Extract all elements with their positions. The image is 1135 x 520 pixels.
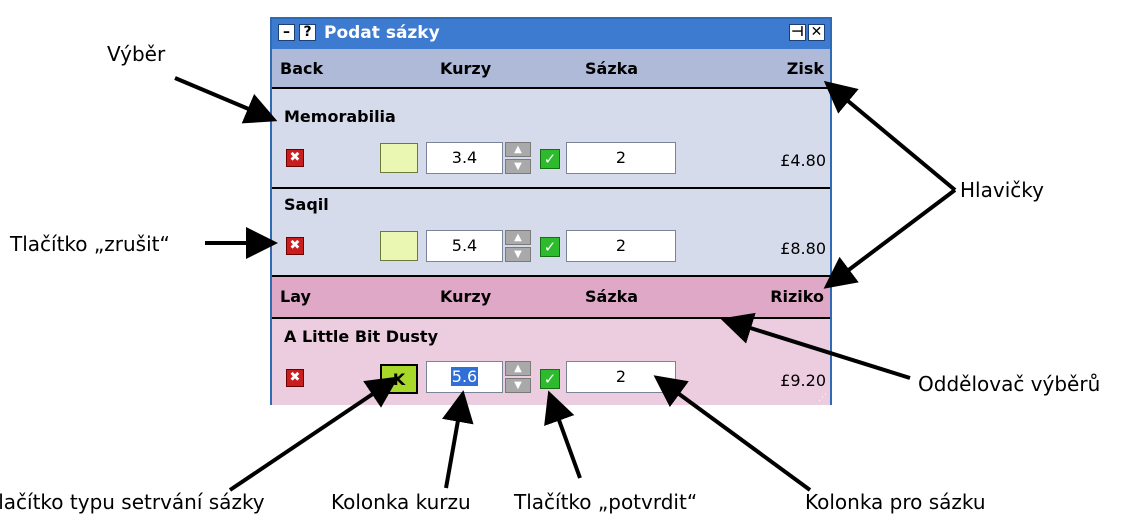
cancel-button[interactable]: ✖ (286, 149, 304, 167)
chevron-down-icon[interactable]: ▼ (505, 378, 531, 393)
checkmark-icon: ✓ (543, 238, 557, 256)
annotation-confirm-button: Tlačítko „potvrdit“ (514, 490, 698, 514)
arrow-odds (442, 390, 474, 489)
arrow-selection (174, 76, 278, 124)
header-stake: Sázka (585, 59, 639, 78)
arrow-headers-lay (823, 188, 957, 289)
selection-name: A Little Bit Dusty (284, 327, 439, 346)
window-title: Podat sázky (324, 23, 440, 43)
chevron-down-icon[interactable]: ▼ (505, 159, 531, 174)
back-selections: Memorabilia ✖ 3.4 ▲ ▼ ✓ 2 £4.80 Saqil ✖ … (272, 89, 830, 275)
resize-grip-icon[interactable]: ⋰ (818, 393, 828, 403)
header-profit: Zisk (786, 59, 824, 78)
odds-field[interactable]: 5.4 (426, 230, 503, 262)
close-icon: ✖ (289, 150, 301, 165)
profit-value: £8.80 (780, 239, 826, 258)
annotation-separator: Oddělovač výběrů (918, 372, 1101, 396)
persistence-button[interactable] (380, 143, 418, 173)
odds-stepper[interactable]: ▲ ▼ (505, 142, 531, 174)
arrow-headers-back (823, 80, 957, 192)
annotation-odds-field: Kolonka kurzu (331, 490, 471, 514)
odds-field[interactable]: 5.6 (426, 361, 503, 393)
annotation-cancel-button: Tlačítko „zrušit“ (10, 232, 170, 256)
stake-field[interactable]: 2 (566, 361, 676, 393)
title-bar[interactable]: – ? Podat sázky ⊣ ✕ (272, 19, 830, 49)
chevron-down-icon[interactable]: ▼ (505, 247, 531, 262)
arrow-confirm (544, 390, 582, 479)
persistence-button[interactable] (380, 231, 418, 261)
annotation-persistence-button: Tlačítko typu setrvání sázky (0, 490, 265, 514)
pin-button[interactable]: ⊣ (789, 24, 806, 41)
confirm-button[interactable]: ✓ (540, 369, 560, 389)
header-odds: Kurzy (440, 59, 492, 78)
close-button[interactable]: ✕ (808, 24, 825, 41)
checkmark-icon: ✓ (543, 370, 557, 388)
stake-field[interactable]: 2 (566, 230, 676, 262)
stake-field[interactable]: 2 (566, 142, 676, 174)
selection-separator (272, 187, 830, 189)
cancel-button[interactable]: ✖ (286, 369, 304, 387)
checkmark-icon: ✓ (543, 150, 557, 168)
minimize-button[interactable]: – (278, 24, 295, 41)
odds-value-selected: 5.6 (450, 367, 479, 386)
header-odds: Kurzy (440, 287, 492, 306)
back-header: Back Kurzy Sázka Zisk (272, 49, 830, 89)
chevron-up-icon[interactable]: ▲ (505, 361, 531, 376)
odds-stepper[interactable]: ▲ ▼ (505, 230, 531, 262)
close-icon: ✖ (289, 238, 301, 253)
liability-value: £9.20 (780, 371, 826, 390)
annotation-selection: Výběr (107, 42, 166, 66)
header-back: Back (280, 59, 324, 78)
annotation-stake-field: Kolonka pro sázku (805, 490, 986, 514)
confirm-button[interactable]: ✓ (540, 149, 560, 169)
selection-name: Saqil (284, 195, 329, 214)
chevron-up-icon[interactable]: ▲ (505, 230, 531, 245)
place-bets-panel: – ? Podat sázky ⊣ ✕ Back Kurzy Sázka Zis… (270, 17, 832, 405)
confirm-button[interactable]: ✓ (540, 237, 560, 257)
persistence-button[interactable]: K (380, 364, 418, 394)
chevron-up-icon[interactable]: ▲ (505, 142, 531, 157)
selection-name: Memorabilia (284, 107, 396, 126)
help-button[interactable]: ? (299, 24, 316, 41)
close-icon: ✖ (289, 370, 301, 385)
lay-header: Lay Kurzy Sázka Riziko (272, 275, 830, 319)
cancel-button[interactable]: ✖ (286, 237, 304, 255)
odds-stepper[interactable]: ▲ ▼ (505, 361, 531, 393)
profit-value: £4.80 (780, 151, 826, 170)
header-lay: Lay (280, 287, 311, 306)
header-liability: Riziko (770, 287, 824, 306)
lay-selections: A Little Bit Dusty ✖ K 5.6 ▲ ▼ ✓ 2 £9.20… (272, 319, 830, 405)
header-stake: Sázka (585, 287, 639, 306)
odds-field[interactable]: 3.4 (426, 142, 503, 174)
annotation-headers: Hlavičky (960, 178, 1044, 202)
